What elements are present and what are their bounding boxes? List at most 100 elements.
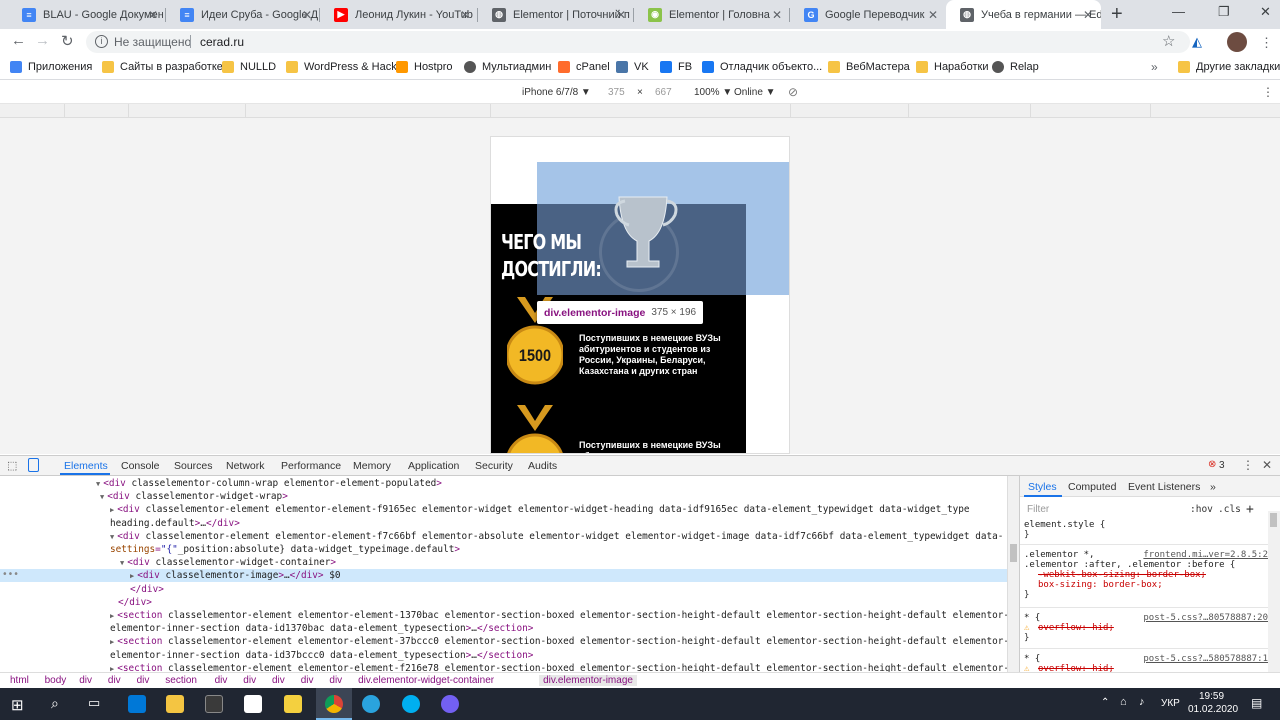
bookmark-item[interactable]: ВебМастера — [828, 61, 910, 73]
styles-sidebar-tab[interactable]: Computed — [1068, 481, 1116, 493]
language-indicator[interactable]: УКР — [1161, 698, 1180, 709]
reload-icon[interactable]: ↻ — [61, 32, 74, 50]
styles-filter[interactable]: Filter — [1024, 501, 1176, 517]
breadcrumb-item[interactable]: div — [211, 675, 232, 686]
expand-toggle-icon[interactable]: ▼ — [100, 493, 104, 501]
extension-icon[interactable]: ◭ — [1192, 34, 1208, 49]
expand-toggle-icon[interactable]: ▶ — [110, 638, 114, 646]
height-field[interactable]: 667 — [655, 87, 672, 98]
bookmark-item[interactable]: NULLD — [222, 61, 276, 73]
expand-toggle-icon[interactable]: ▼ — [120, 559, 124, 567]
dom-node[interactable]: ▶ <section classelementor-element element… — [110, 636, 1007, 648]
breadcrumb-item[interactable]: div — [268, 675, 289, 686]
expand-toggle-icon[interactable]: ▼ — [110, 533, 114, 541]
bookmark-item[interactable]: Наработки — [916, 61, 988, 73]
rule-source-link[interactable]: frontend.mi…ver=2.8.5:2 — [1143, 550, 1268, 560]
dom-node[interactable]: ▶ <div classelementor-element elementor-e… — [110, 504, 970, 516]
styles-sidebar-tab[interactable]: » — [1210, 481, 1216, 493]
task-view-icon[interactable]: ▭ — [88, 695, 100, 711]
info-icon[interactable]: i — [95, 35, 108, 48]
class-toggle[interactable]: .cls — [1218, 504, 1241, 515]
tab-close-icon[interactable]: ✕ — [302, 8, 312, 22]
breadcrumb-item[interactable]: div — [239, 675, 260, 686]
inspect-element-icon[interactable]: ⬚ — [7, 459, 17, 472]
telegram-icon[interactable] — [362, 695, 380, 713]
dom-node[interactable]: settings="{"_position:absolute} data-wid… — [110, 544, 460, 556]
dom-node[interactable]: </div> — [130, 584, 164, 596]
edge-icon[interactable] — [128, 695, 146, 713]
scrollbar-thumb[interactable] — [1270, 513, 1277, 527]
bookmark-item[interactable]: cPanel — [558, 61, 610, 73]
breadcrumb-item[interactable]: div — [325, 675, 346, 686]
notifications-icon[interactable]: ▤ — [1251, 696, 1262, 710]
dom-node[interactable]: </div> — [118, 597, 152, 609]
viber-icon[interactable] — [441, 695, 459, 713]
search-icon[interactable]: ⌕ — [51, 695, 59, 712]
file-explorer-icon[interactable] — [166, 695, 184, 713]
devtools-tab[interactable]: Performance — [281, 460, 341, 472]
browser-tab[interactable]: ◍ Учеба в германии — Ed ✕ — [946, 0, 1101, 29]
bookmarks-overflow-icon[interactable]: » — [1151, 60, 1158, 74]
expand-toggle-icon[interactable]: ▶ — [130, 572, 134, 580]
breadcrumb-item[interactable]: div.elementor-image — [539, 675, 637, 686]
bookmark-item[interactable]: VK — [616, 61, 649, 73]
bookmark-item[interactable]: Hostpro — [396, 61, 453, 73]
devtools-tab[interactable]: Elements — [64, 460, 108, 472]
width-field[interactable]: 375 — [608, 87, 625, 98]
device-menu-icon[interactable]: ⋮ — [1262, 85, 1274, 99]
url-text[interactable]: cerad.ru — [200, 35, 244, 49]
bookmark-item[interactable]: Сайты в разработке — [102, 61, 223, 73]
error-count[interactable]: 3 — [1219, 460, 1225, 471]
rule-source-link[interactable]: post-5.css?…80578887:20 — [1143, 613, 1268, 623]
breadcrumb-item[interactable]: div — [133, 675, 154, 686]
bookmark-item[interactable]: Мультиадмин — [464, 61, 551, 73]
back-arrow-icon[interactable]: ← — [11, 32, 26, 49]
skype-icon[interactable] — [402, 695, 420, 713]
dom-node[interactable]: ▼ <div classelementor-column-wrap element… — [96, 478, 442, 490]
style-property[interactable]: box-sizing: border-box; — [1024, 580, 1268, 590]
windows-start-icon[interactable]: ⊞ — [11, 696, 24, 714]
devtools-tab[interactable]: Network — [226, 460, 265, 472]
hover-toggle[interactable]: :hov — [1190, 504, 1213, 515]
dom-node[interactable]: heading.default>…</div> — [110, 518, 240, 530]
bookmark-star-icon[interactable]: ☆ — [1162, 32, 1175, 50]
style-property[interactable]: ⚠ overflow: hid; — [1024, 623, 1268, 633]
other-bookmarks[interactable]: Другие закладки — [1178, 61, 1280, 73]
browser-tab[interactable]: ◍ Elementor | Поточний п ✕ — [478, 0, 634, 29]
new-tab-button[interactable]: + — [1111, 3, 1123, 26]
address-bar[interactable]: i Не защищено cerad.ru ☆ — [86, 31, 1190, 53]
devtools-tab[interactable]: Sources — [174, 460, 213, 472]
tab-close-icon[interactable]: ✕ — [616, 8, 626, 22]
dom-node[interactable]: elementor-inner-section data-id1370bac d… — [110, 623, 533, 635]
tab-close-icon[interactable]: ✕ — [772, 8, 782, 22]
tab-close-icon[interactable]: ✕ — [148, 8, 158, 22]
breadcrumb-item[interactable]: body — [41, 675, 71, 686]
network-icon[interactable]: ⌂ — [1120, 696, 1127, 708]
volume-icon[interactable]: ♪ — [1139, 696, 1145, 708]
forward-arrow-icon[interactable]: → — [35, 32, 50, 49]
bookmark-item[interactable]: Приложения — [10, 61, 92, 73]
browser-tab[interactable]: ≡ Идеи Сруба - Google Д ✕ — [166, 0, 320, 29]
close-window-button[interactable]: ✕ — [1260, 4, 1271, 20]
style-property[interactable]: -webkit-box-sizing: border-box; — [1024, 570, 1268, 580]
devtools-tab[interactable]: Console — [121, 460, 160, 472]
devtools-tab[interactable]: Security — [475, 460, 513, 472]
mail-icon[interactable] — [244, 695, 262, 713]
expand-toggle-icon[interactable]: ▶ — [110, 665, 114, 672]
dom-node[interactable]: ▶ <div classelementor-image>…</div> $0 — [130, 570, 341, 582]
browser-tab[interactable]: G Google Переводчик ✕ — [790, 0, 946, 29]
scrollbar-thumb[interactable] — [1010, 544, 1017, 562]
clock-time[interactable]: 19:59 — [1199, 691, 1224, 702]
dom-node[interactable]: ▶ <section classelementor-element element… — [110, 610, 1007, 622]
dom-node[interactable]: ▼ <div classelementor-element elementor-e… — [110, 531, 1003, 543]
breadcrumb-item[interactable]: div.elementor-widget-container — [354, 675, 498, 686]
devtools-tab[interactable]: Memory — [353, 460, 391, 472]
elements-scrollbar[interactable] — [1007, 476, 1019, 672]
styles-scrollbar[interactable] — [1268, 511, 1280, 672]
breadcrumb-item[interactable]: div — [297, 675, 318, 686]
store-icon[interactable] — [205, 695, 223, 713]
device-viewport[interactable]: ЧЕГО МЫ ДОСТИГЛИ: 1500 Поступивших в нем… — [490, 136, 790, 454]
tab-close-icon[interactable]: ✕ — [928, 8, 938, 22]
chrome-active-icon[interactable] — [316, 688, 352, 720]
dom-node[interactable]: elementor-inner-section data-id37bccc0 d… — [110, 650, 533, 662]
